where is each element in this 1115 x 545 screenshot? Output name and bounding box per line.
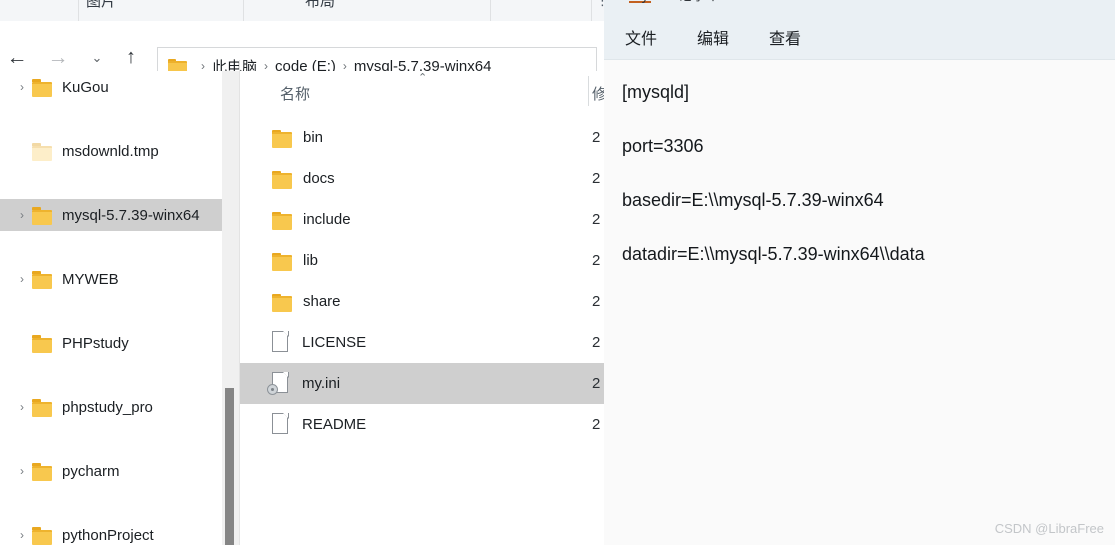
tree-item-label: msdownld.tmp (62, 142, 159, 160)
expand-chevron-icon[interactable]: › (12, 209, 32, 221)
tree-item-pycharm[interactable]: › pycharm (0, 455, 222, 487)
tree-item-kugou[interactable]: › KuGou (0, 71, 222, 103)
tree-item-label: PHPstudy (62, 334, 129, 352)
date-modified-cell: 2 (592, 416, 601, 433)
folder-icon (32, 335, 52, 353)
table-row[interactable]: share 2 (240, 281, 604, 322)
date-modified-cell: 2 (592, 252, 601, 269)
tree-item-label: pycharm (62, 462, 120, 480)
column-header-row: ⌃ 名称 修改日期 (240, 71, 604, 113)
ribbon-separator (243, 0, 244, 21)
tree-item-phpstudy[interactable]: ›PHPstudy (0, 327, 222, 359)
date-modified-cell: 2 (592, 211, 601, 228)
expand-chevron-icon[interactable]: › (12, 529, 32, 541)
folder-icon (32, 143, 52, 161)
notepad-line: basedir=E:\\mysql-5.7.39-winx64 (622, 190, 884, 210)
screen: 图片 布局 ⋮ ← → ⌄ ↑ › 此电脑 › code (E:) › mysq… (0, 0, 1115, 545)
expand-chevron-icon[interactable]: › (12, 465, 32, 477)
folder-icon (272, 129, 292, 148)
notepad-tab-title[interactable]: my.ini - 记事本 (630, 0, 720, 4)
back-icon[interactable]: ← (2, 43, 32, 71)
navigation-tree[interactable]: ›KuGou›msdownld.tmp›mysql-5.7.39-winx64›… (0, 71, 222, 545)
tree-item-msdownld-tmp[interactable]: ›msdownld.tmp (0, 135, 222, 167)
file-name-cell: README (302, 416, 367, 433)
folder-icon (32, 207, 52, 225)
notepad-window: my.ini - 记事本 文件 编辑 查看 [mysqld] port=3306 b… (604, 0, 1115, 545)
table-row[interactable]: lib 2 (240, 240, 604, 281)
file-name-cell: docs (303, 170, 335, 187)
file-name-cell: include (303, 211, 351, 228)
ribbon-tab-picture[interactable]: 图片 (86, 0, 116, 12)
notepad-line: datadir=E:\\mysql-5.7.39-winx64\\data (622, 244, 925, 264)
menu-item-edit[interactable]: 编辑 (697, 25, 729, 49)
file-explorer-window: 图片 布局 ⋮ ← → ⌄ ↑ › 此电脑 › code (E:) › mysq… (0, 0, 604, 545)
config-file-icon (267, 372, 291, 395)
ribbon-separator (78, 0, 79, 21)
tree-item-label: MYWEB (62, 270, 119, 288)
folder-icon (32, 463, 52, 481)
table-row[interactable]: my.ini 2 (240, 363, 604, 404)
watermark: CSDN @LibraFree (994, 521, 1104, 536)
folder-icon (272, 170, 292, 189)
document-icon (272, 331, 291, 354)
notepad-line: port=3306 (622, 136, 704, 156)
forward-icon[interactable]: → (43, 43, 73, 71)
table-row[interactable]: docs 2 (240, 158, 604, 199)
tree-item-label: mysql-5.7.39-winx64 (62, 206, 200, 224)
folder-icon (272, 293, 292, 312)
expand-chevron-icon[interactable]: › (12, 273, 32, 285)
file-name-cell: bin (303, 129, 324, 146)
document-icon (272, 413, 291, 436)
menu-item-view[interactable]: 查看 (769, 25, 801, 49)
menu-item-file[interactable]: 文件 (625, 25, 657, 49)
expand-chevron-icon[interactable]: › (12, 401, 32, 413)
folder-icon (32, 399, 52, 417)
date-modified-cell: 2 (592, 170, 601, 187)
expand-chevron-icon[interactable]: › (12, 81, 32, 93)
tree-scrollbar-thumb[interactable] (225, 388, 234, 545)
file-name-cell: share (303, 293, 341, 310)
tree-item-mysql-5-7-39-winx64[interactable]: › mysql-5.7.39-winx64 (0, 199, 222, 231)
folder-icon (272, 211, 292, 230)
ribbon-overflow-icon[interactable]: ⋮ (596, 0, 604, 8)
table-row[interactable]: include 2 (240, 199, 604, 240)
ribbon-separator (490, 0, 491, 21)
ribbon-bar: 图片 布局 ⋮ (0, 0, 604, 22)
column-header-date-modified[interactable]: 修改日期 (592, 83, 604, 104)
tree-item-label: KuGou (62, 78, 109, 96)
file-list-pane: ⌃ 名称 修改日期 bin2docs2include2lib2share2LIC… (240, 71, 604, 545)
tree-item-label: phpstudy_pro (62, 398, 153, 416)
column-header-name[interactable]: 名称 (280, 83, 310, 104)
ribbon-separator (591, 0, 592, 21)
up-icon[interactable]: ↑ (116, 43, 146, 71)
date-modified-cell: 2 (592, 293, 601, 310)
file-name-cell: lib (303, 252, 319, 269)
sort-ascending-icon[interactable]: ⌃ (418, 73, 427, 84)
navigation-bar: ← → ⌄ ↑ › 此电脑 › code (E:) › mysql-5.7.39… (0, 21, 604, 85)
column-divider[interactable] (588, 76, 589, 106)
notepad-line: [mysqld] (622, 82, 690, 102)
tree-item-myweb[interactable]: › MYWEB (0, 263, 222, 295)
tree-item-phpstudy-pro[interactable]: › phpstudy_pro (0, 391, 222, 423)
tree-item-label: pythonProject (62, 526, 154, 544)
tree-scrollbar[interactable] (222, 71, 239, 545)
file-name-cell: my.ini (302, 375, 341, 392)
date-modified-cell: 2 (592, 375, 601, 392)
notepad-title-bar[interactable]: my.ini - 记事本 (604, 0, 1115, 12)
table-row[interactable]: bin 2 (240, 117, 604, 158)
chevron-down-icon[interactable]: ⌄ (82, 43, 112, 71)
ribbon-tab-layout[interactable]: 布局 (305, 0, 335, 12)
date-modified-cell: 2 (592, 129, 601, 146)
table-row[interactable]: LICENSE 2 (240, 322, 604, 363)
folder-icon (32, 79, 52, 97)
folder-icon (272, 252, 292, 271)
folder-icon (32, 271, 52, 289)
folder-icon (32, 527, 52, 545)
notepad-text-area[interactable]: [mysqld] port=3306 basedir=E:\\mysql-5.7.3… (604, 61, 1115, 545)
file-name-cell: LICENSE (302, 334, 367, 351)
notepad-menu-bar: 文件 编辑 查看 (604, 12, 1115, 60)
date-modified-cell: 2 (592, 334, 601, 351)
tree-item-pythonproject[interactable]: › pythonProject (0, 519, 222, 545)
table-row[interactable]: README 2 (240, 404, 604, 445)
